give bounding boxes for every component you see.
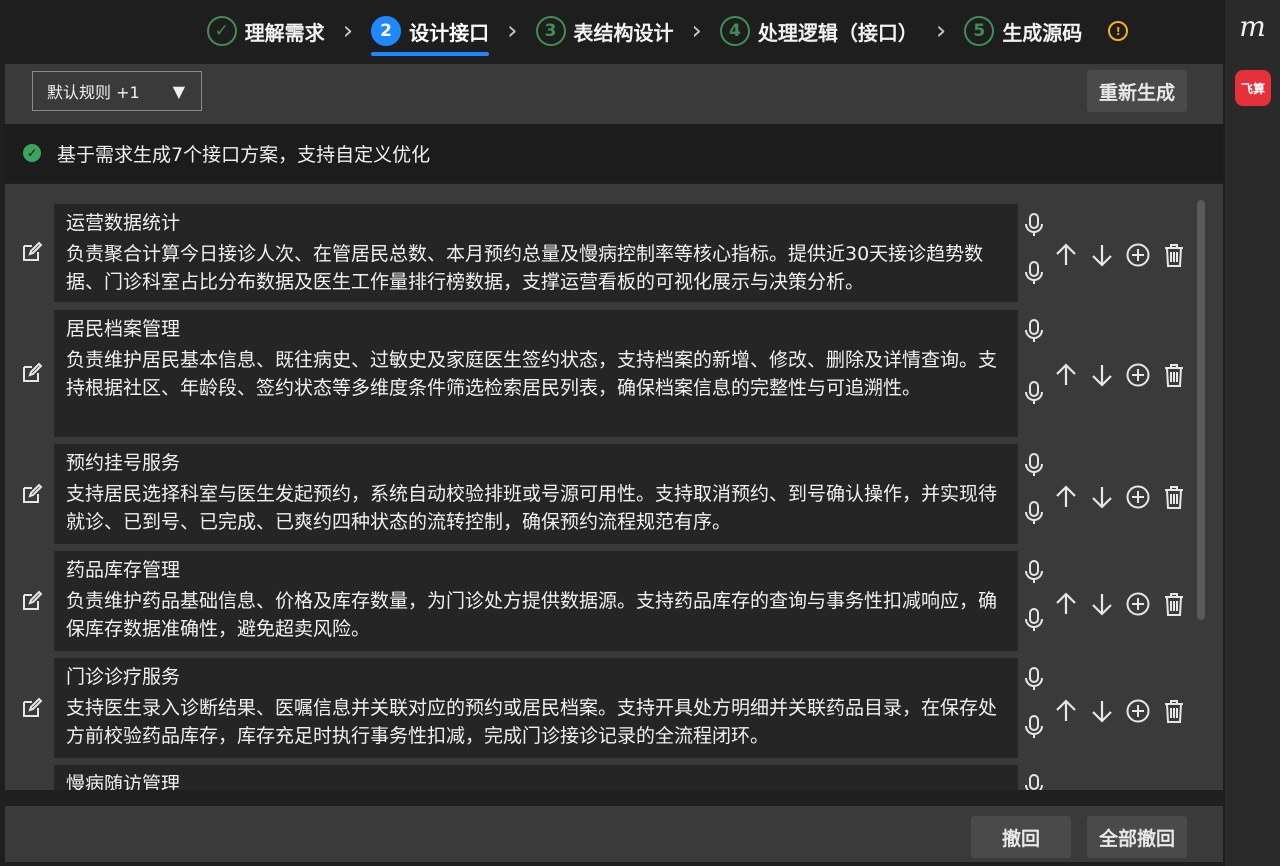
item-actions [1053,698,1187,724]
edit-icon[interactable] [20,361,44,385]
step-table-design[interactable]: 3 表结构设计 [535,0,674,62]
microphone-icon[interactable] [1023,666,1045,692]
add-circle-icon[interactable] [1125,591,1151,617]
regenerate-button[interactable]: 重新生成 [1087,70,1187,112]
interface-card[interactable]: 药品库存管理 负责维护药品基础信息、价格及库存数量，为门诊处方提供数据源。支持药… [54,551,1018,651]
item-actions [1053,242,1187,268]
edit-icon[interactable] [20,482,44,506]
stepper: ✓ 理解需求 › 2 设计接口 › 3 表结构设计 › 4 处理逻辑（接口） ›… [0,0,1225,62]
notice-text: 基于需求生成7个接口方案，支持自定义优化 [57,143,431,166]
card-title: 药品库存管理 [66,559,181,581]
arrow-down-icon[interactable] [1089,484,1115,510]
trash-icon[interactable] [1161,591,1187,617]
microphone-icon[interactable] [1023,318,1045,344]
step-generate-source[interactable]: 5 生成源码 [964,0,1082,62]
interface-card[interactable]: 运营数据统计 负责聚合计算今日接诊人次、在管居民总数、本月预约总量及慢病控制率等… [54,204,1018,302]
microphone-icon[interactable] [1023,607,1045,633]
arrow-up-icon[interactable] [1053,591,1079,617]
add-circle-icon[interactable] [1125,484,1151,510]
card-title: 慢病随访管理 [66,773,181,790]
chevron-right-icon: › [507,16,518,46]
step-label: 理解需求 [244,20,325,45]
revert-button[interactable]: 撤回 [971,816,1071,858]
step-label: 设计接口 [409,20,490,45]
check-icon: ✓ [206,16,237,46]
arrow-up-icon[interactable] [1053,484,1079,510]
card-description: 负责维护药品基础信息、价格及库存数量，为门诊处方提供数据源。支持药品库存的查询与… [66,590,998,640]
card-description: 负责维护居民基本信息、既往病史、过敏史及家庭医生签约状态，支持档案的新增、修改、… [66,349,998,399]
microphone-icon[interactable] [1023,212,1045,238]
rule-select[interactable]: 默认规则 +1 ▼ [32,71,202,111]
interface-card[interactable]: 慢病随访管理 [54,765,1018,790]
add-circle-icon[interactable] [1125,242,1151,268]
arrow-down-icon[interactable] [1089,362,1115,388]
footer-bar: 撤回 全部撤回 [5,806,1223,862]
step-design-interface[interactable]: 2 设计接口 [371,0,490,62]
chevron-right-icon: › [342,16,354,46]
step-processing-logic[interactable]: 4 处理逻辑（接口） [719,0,918,62]
card-title: 门诊诊疗服务 [66,666,181,688]
item-actions [1053,591,1187,617]
card-description: 支持居民选择科室与医生发起预约，系统自动校验排班或号源可用性。支持取消预约、到号… [66,483,998,533]
info-icon[interactable]: ! [1108,21,1129,41]
item-actions [1053,484,1187,510]
rule-select-value: 默认规则 +1 [47,83,140,102]
caret-down-icon: ▼ [172,82,185,101]
notice-bar: ✓ 基于需求生成7个接口方案，支持自定义优化 [5,124,1223,182]
card-description: 支持医生录入诊断结果、医嘱信息并关联对应的预约或居民档案。支持开具处方明细并关联… [66,697,998,747]
arrow-down-icon[interactable] [1089,242,1115,268]
trash-icon[interactable] [1161,484,1187,510]
interface-list: 运营数据统计 负责聚合计算今日接诊人次、在管居民总数、本月预约总量及慢病控制率等… [5,184,1223,790]
success-check-icon: ✓ [23,144,41,162]
item-actions [1053,362,1187,388]
arrow-up-icon[interactable] [1053,698,1079,724]
step-number: 3 [535,16,566,46]
trash-icon[interactable] [1161,242,1187,268]
arrow-up-icon[interactable] [1053,362,1079,388]
trash-icon[interactable] [1161,362,1187,388]
chevron-right-icon: › [691,16,702,46]
feisuan-app-icon[interactable]: 飞算 [1235,70,1271,106]
microphone-icon[interactable] [1023,714,1045,740]
microphone-icon[interactable] [1023,260,1045,286]
interface-card[interactable]: 门诊诊疗服务 支持医生录入诊断结果、医嘱信息并关联对应的预约或居民档案。支持开具… [54,658,1018,758]
arrow-up-icon[interactable] [1053,242,1079,268]
chevron-right-icon: › [935,16,947,46]
rail-logo[interactable]: m [1225,10,1280,43]
revert-all-button[interactable]: 全部撤回 [1087,816,1187,858]
card-title: 预约挂号服务 [66,452,181,474]
card-description: 负责聚合计算今日接诊人次、在管居民总数、本月预约总量及慢病控制率等核心指标。提供… [66,243,984,293]
card-title: 运营数据统计 [66,212,181,234]
step-number: 4 [719,16,750,46]
arrow-down-icon[interactable] [1089,698,1115,724]
step-understand-requirements[interactable]: ✓ 理解需求 [206,0,325,62]
edit-icon[interactable] [20,240,44,264]
microphone-icon[interactable] [1023,380,1045,406]
card-title: 居民档案管理 [66,318,181,340]
microphone-icon[interactable] [1023,500,1045,526]
toolbar: 默认规则 +1 ▼ 重新生成 [5,64,1223,124]
microphone-icon[interactable] [1023,559,1045,585]
step-label: 生成源码 [1002,20,1083,45]
right-rail: m 飞算 [1225,0,1280,866]
add-circle-icon[interactable] [1125,698,1151,724]
step-label: 表结构设计 [573,20,674,45]
step-number: 2 [371,16,402,46]
step-label: 处理逻辑（接口） [757,20,918,45]
edit-icon[interactable] [20,589,44,613]
add-circle-icon[interactable] [1125,362,1151,388]
step-number: 5 [964,16,995,46]
microphone-icon[interactable] [1023,452,1045,478]
edit-icon[interactable] [20,696,44,720]
scrollbar[interactable] [1197,200,1205,620]
interface-card[interactable]: 居民档案管理 负责维护居民基本信息、既往病史、过敏史及家庭医生签约状态，支持档案… [54,310,1018,437]
arrow-down-icon[interactable] [1089,591,1115,617]
interface-card[interactable]: 预约挂号服务 支持居民选择科室与医生发起预约，系统自动校验排班或号源可用性。支持… [54,444,1018,544]
trash-icon[interactable] [1161,698,1187,724]
microphone-icon[interactable] [1023,773,1045,790]
